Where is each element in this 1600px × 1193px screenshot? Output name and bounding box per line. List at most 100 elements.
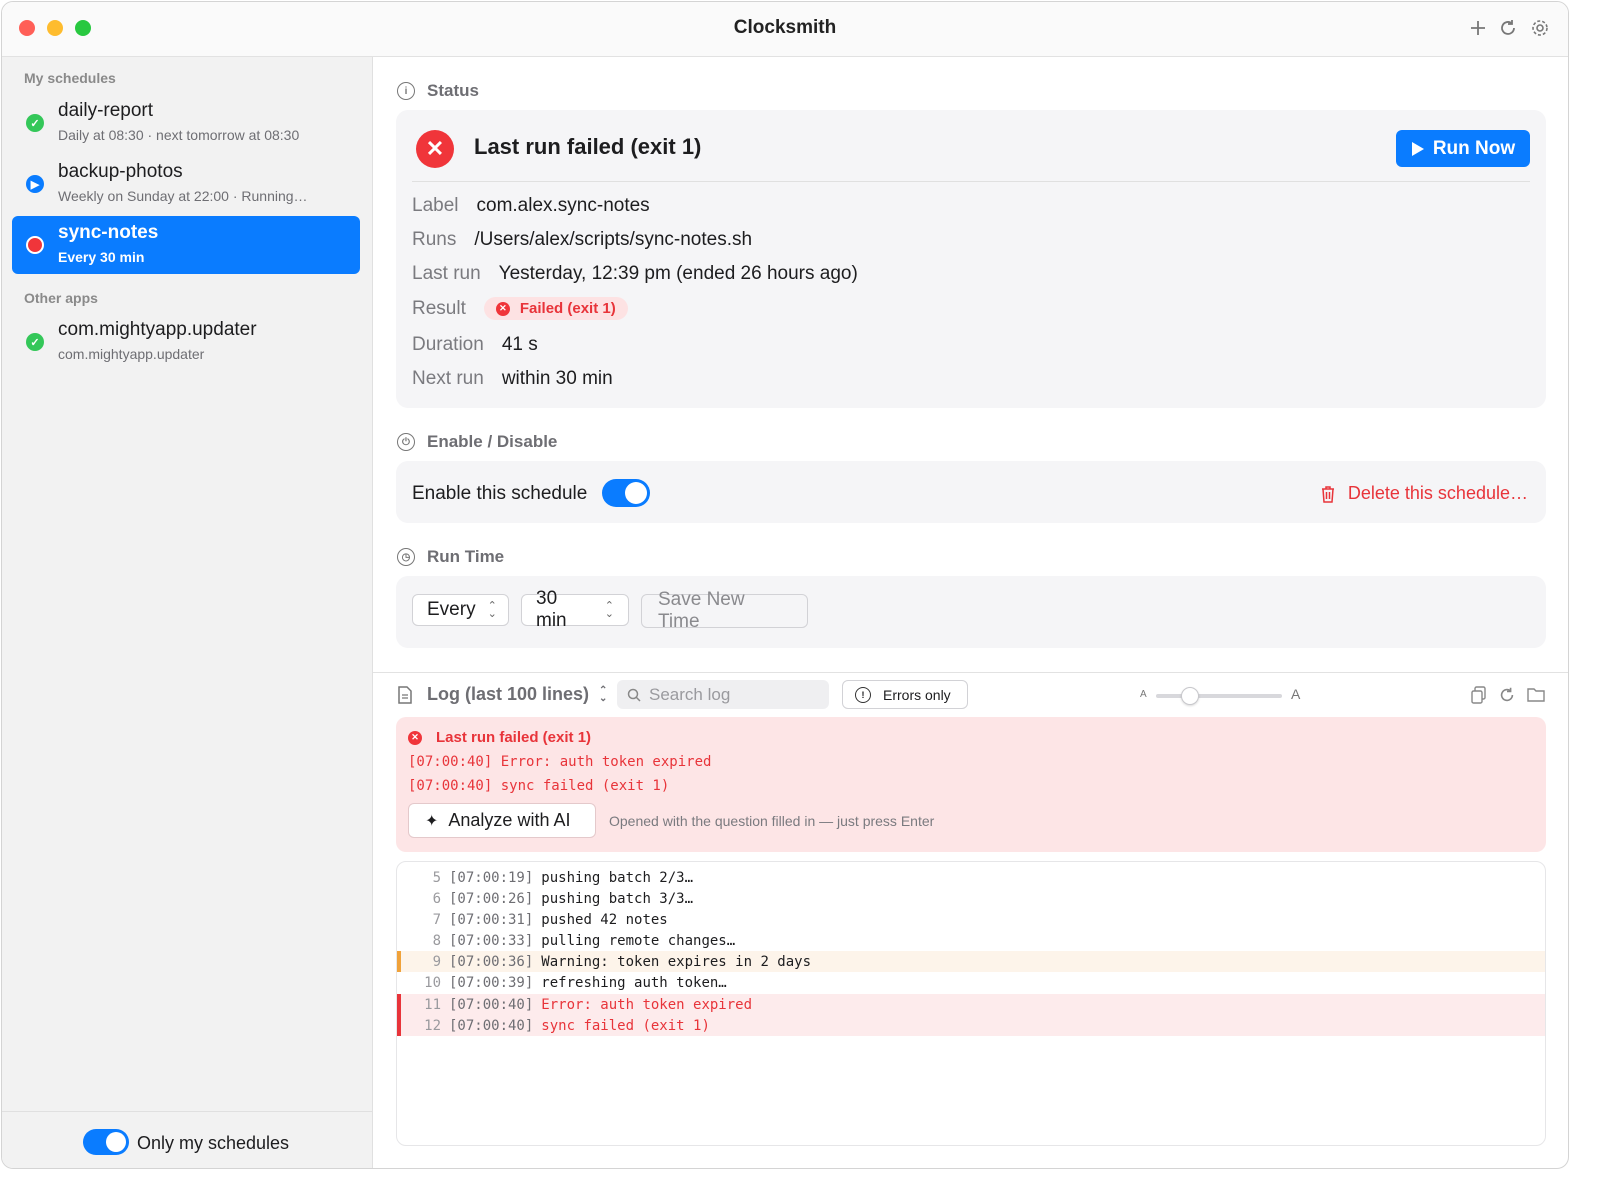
failed-status-icon — [26, 236, 44, 254]
line-number: 9 — [432, 953, 441, 970]
trash-icon — [1321, 485, 1334, 503]
run-time-section-heading: ◷ Run Time — [397, 547, 504, 567]
divider — [412, 181, 1530, 182]
log-range-select[interactable]: Log (last 100 lines) ⌃ ⌄ — [427, 684, 607, 705]
field-key: Result — [412, 297, 466, 319]
schedule-subtitle: com.mightyapp.updater — [58, 346, 205, 362]
field-runs: Runs/Users/alex/scripts/sync-notes.sh — [412, 229, 752, 251]
app-window: Clocksmith My schedules ✓ daily-report D… — [1, 1, 1569, 1169]
field-duration: Duration 41 s — [412, 334, 538, 356]
log-line: 5 [07:00:19] pushing batch 2/3… — [397, 867, 1545, 888]
log-line-warning: 9 [07:00:36] Warning: token expires in 2 d… — [397, 951, 1545, 972]
gear-icon[interactable] — [1528, 16, 1552, 40]
delete-schedule-button[interactable]: Delete this schedule… — [1320, 483, 1528, 504]
line-number: 6 — [432, 890, 441, 907]
sidebar-section-other-apps: Other apps — [24, 290, 98, 306]
schedule-name: daily-report — [58, 100, 154, 121]
field-key: Last run — [412, 263, 481, 284]
schedule-subtitle: Every 30 min — [58, 249, 145, 265]
sidebar-item-mightyapp-updater[interactable]: ✓ com.mightyapp.updater com.mightyapp.up… — [12, 313, 360, 371]
log-message: pushing batch 2/3… — [541, 869, 694, 886]
enable-toggle-label: Enable this schedule — [412, 483, 588, 504]
only-my-schedules-toggle[interactable] — [83, 1129, 129, 1155]
interval-select[interactable]: 30 min ⌃ ⌄ — [521, 588, 629, 631]
run-now-button[interactable]: Run Now — [1396, 130, 1530, 167]
window-title: Clocksmith — [733, 17, 837, 38]
field-last-run: Last run Yesterday, 12:39 pm (ended 26 ho… — [412, 263, 858, 285]
schedule-subtitle: Weekly on Sunday at 22:00 · Running… — [58, 188, 308, 204]
sidebar-footer: Only my schedules — [2, 1111, 372, 1168]
font-size-slider-handle[interactable] — [1181, 687, 1199, 705]
alert-icon: ! — [855, 686, 871, 703]
field-value: 41 s — [501, 334, 538, 355]
error-summary-panel: ✕ Last run failed (exit 1) [07:00:40] Er… — [396, 717, 1546, 852]
font-size-large-label: A — [1291, 686, 1301, 702]
log-message: Warning: token expires in 2 days — [541, 953, 812, 970]
log-view[interactable]: 5 [07:00:19] pushing batch 2/3… 6 [07:00:26… — [396, 861, 1546, 1146]
sidebar-item-sync-notes[interactable]: sync-notes Every 30 min — [12, 216, 360, 274]
errors-only-button[interactable]: ! Errors only — [842, 680, 968, 709]
delete-schedule-label: Delete this schedule… — [1347, 483, 1528, 503]
line-number: 12 — [424, 1017, 441, 1034]
line-number: 10 — [424, 974, 441, 991]
sidebar: My schedules ✓ daily-report Daily at 08:… — [2, 57, 373, 1168]
timestamp: [07:00:39] — [449, 974, 534, 991]
line-number: 11 — [424, 996, 441, 1013]
copy-icon[interactable] — [1471, 686, 1487, 704]
status-heading-text: Status — [427, 81, 479, 100]
save-new-time-button[interactable]: Save New Time — [641, 589, 808, 632]
field-value: /Users/alex/scripts/sync-notes.sh — [474, 229, 753, 250]
analyze-with-ai-label: Analyze with AI — [448, 810, 571, 830]
result-badge: ✕ Failed (exit 1) — [483, 297, 628, 320]
error-summary-title: ✕ Last run failed (exit 1) — [408, 729, 591, 746]
schedule-subtitle: Daily at 08:30 · next tomorrow at 08:30 — [58, 127, 300, 143]
font-size-slider-track[interactable] — [1156, 694, 1282, 698]
sidebar-item-daily-report[interactable]: ✓ daily-report Daily at 08:30 · next tom… — [12, 94, 360, 152]
error-icon: ✕ — [416, 130, 454, 168]
schedule-name: com.mightyapp.updater — [58, 319, 257, 340]
error-icon: ✕ — [408, 730, 422, 745]
log-line-error: 12 [07:00:40] sync failed (exit 1) — [397, 1015, 1545, 1036]
result-badge-text: Failed (exit 1) — [519, 300, 616, 317]
info-icon: i — [397, 82, 415, 100]
log-search-input[interactable]: Search log — [617, 680, 829, 709]
run-now-label: Run Now — [1432, 137, 1516, 159]
enable-card: Enable this schedule Delete this schedul… — [396, 461, 1546, 523]
folder-icon[interactable] — [1527, 687, 1545, 702]
sidebar-section-my-schedules: My schedules — [24, 70, 116, 86]
document-icon — [398, 686, 412, 704]
run-time-heading-text: Run Time — [427, 547, 505, 566]
log-message: Error: auth token expired — [541, 996, 753, 1013]
interval-value: 30 min — [536, 588, 567, 631]
errors-only-label: Errors only — [883, 686, 951, 703]
enable-section-heading: ⏻ Enable / Disable — [397, 432, 557, 452]
power-icon: ⏻ — [397, 433, 415, 451]
reload-log-icon[interactable] — [1498, 686, 1516, 704]
enable-schedule-toggle[interactable] — [602, 479, 650, 507]
save-new-time-label: Save New Time — [658, 589, 745, 632]
log-line-error: 11 [07:00:40] Error: auth token expired — [397, 994, 1545, 1015]
run-time-card: Every ⌃ ⌄ 30 min ⌃ ⌄ Save New Time — [396, 576, 1546, 648]
error-summary-title-text: Last run failed (exit 1) — [436, 729, 592, 746]
chevron-updown-icon: ⌃ ⌄ — [599, 684, 608, 704]
error-icon: ✕ — [495, 301, 510, 316]
field-value: com.alex.sync-notes — [476, 195, 650, 216]
clock-icon: ◷ — [397, 548, 415, 566]
error-summary-line: [07:00:40] Error: auth token expired — [408, 754, 712, 770]
refresh-icon[interactable] — [1496, 16, 1520, 40]
timestamp: [07:00:40] — [449, 1017, 534, 1034]
plus-icon[interactable] — [1466, 16, 1490, 40]
sidebar-item-backup-photos[interactable]: ▶ backup-photos Weekly on Sunday at 22:0… — [12, 155, 360, 213]
ai-hint-text: Opened with the question filled in — jus… — [609, 813, 935, 829]
timestamp: [07:00:26] — [449, 890, 534, 907]
frequency-select[interactable]: Every ⌃ ⌄ — [412, 594, 509, 626]
running-status-icon: ▶ — [26, 175, 44, 193]
log-line: 10 [07:00:39] refreshing auth token… — [397, 972, 1545, 993]
sparkle-icon: ✦ — [425, 812, 439, 830]
log-message: sync failed (exit 1) — [541, 1017, 710, 1034]
log-line: 8 [07:00:33] pulling remote changes… — [397, 930, 1545, 951]
analyze-with-ai-button[interactable]: ✦ Analyze with AI — [408, 803, 596, 838]
chevron-updown-icon: ⌃ ⌄ — [604, 600, 614, 620]
line-number: 8 — [432, 932, 441, 949]
status-card: ✕ Last run failed (exit 1) Run Now Label… — [396, 110, 1546, 408]
